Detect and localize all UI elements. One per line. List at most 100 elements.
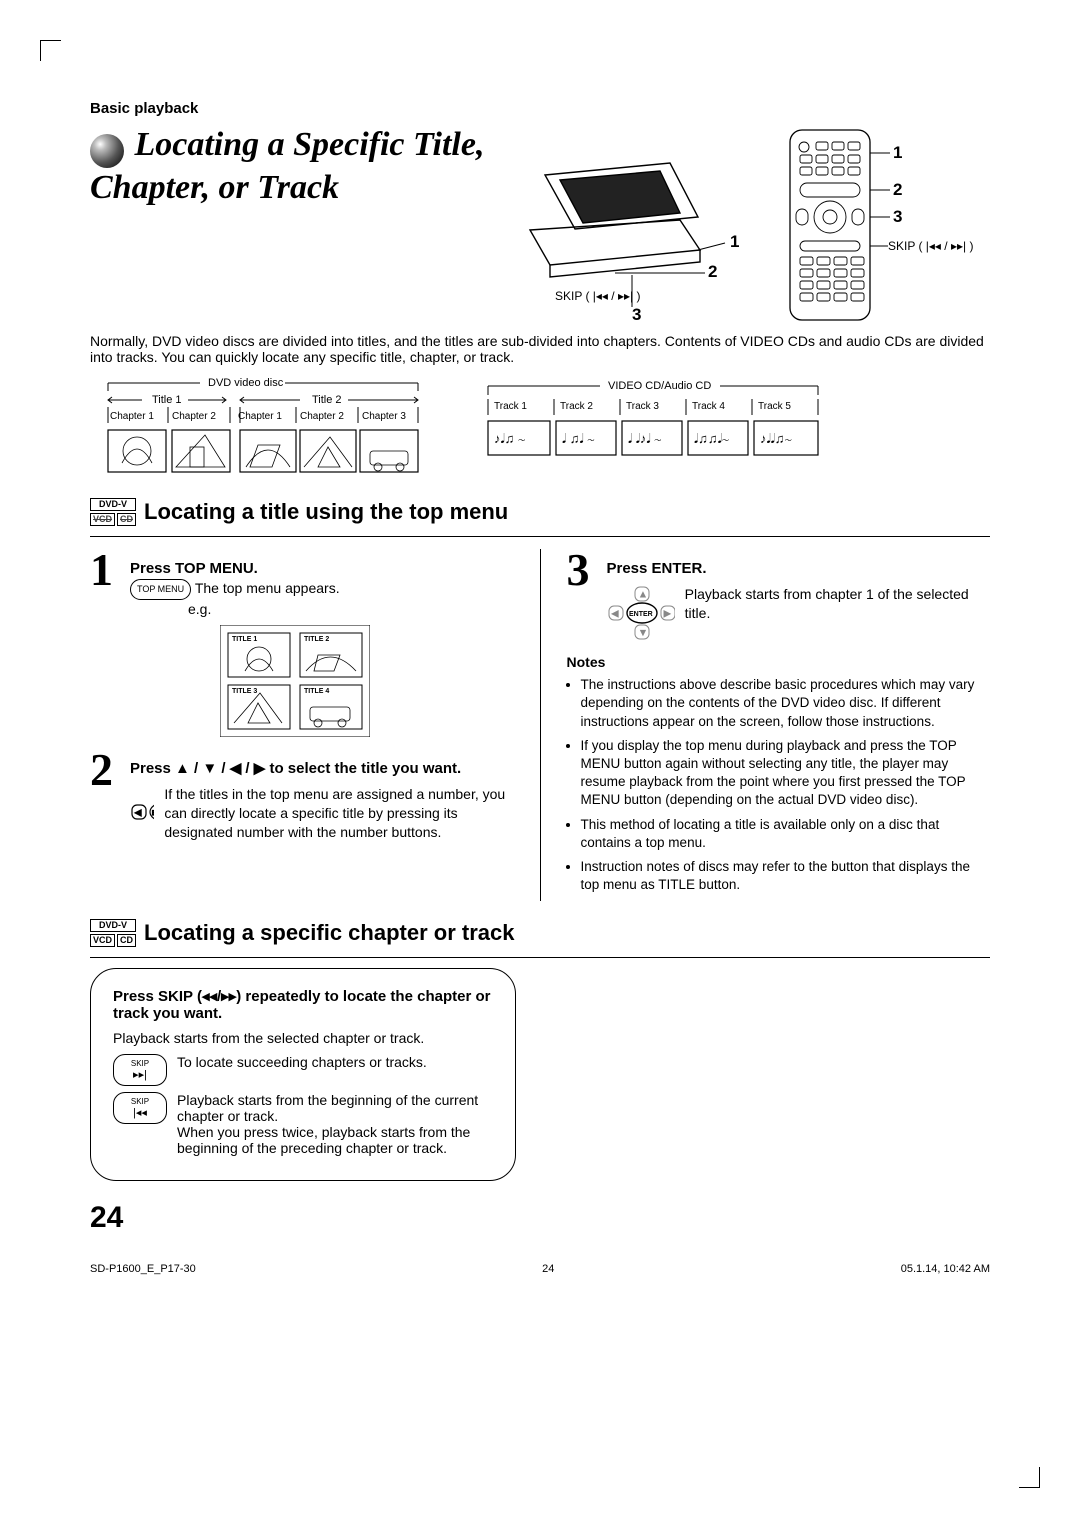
svg-text:1: 1	[730, 232, 739, 251]
svg-text:1: 1	[893, 143, 902, 162]
tag-dvdv: DVD-V	[90, 919, 136, 932]
svg-text:Title 2: Title 2	[312, 394, 342, 406]
footer: SD-P1600_E_P17-30 24 05.1.14, 10:42 AM	[90, 1263, 990, 1275]
left-column: 1 Press TOP MENU. TOP MENU The top menu …	[90, 549, 514, 901]
svg-text:Chapter 1: Chapter 1	[238, 411, 282, 422]
subsection-title-skip: DVD-V VCD CD Locating a specific chapter…	[90, 919, 990, 947]
tag-dvdv: DVD-V	[90, 498, 136, 511]
svg-text:▶: ▶	[664, 609, 671, 618]
remote-figure: 1 2 3 SKIP ( |◂◂ / ▸▸| )	[780, 125, 990, 325]
tag-vcd: VCD	[90, 934, 115, 947]
svg-text:𝅘𝅥 ♫𝅘𝅥 ∼: 𝅘𝅥 ♫𝅘𝅥 ∼	[562, 431, 595, 446]
svg-text:SKIP ( |◂◂ / ▸▸| ): SKIP ( |◂◂ / ▸▸| )	[888, 239, 973, 253]
step-1-heading: Press TOP MENU.	[130, 559, 514, 579]
dpad-enter-icon: ▲ ▼ ◀ ▶ ENTER	[607, 585, 675, 643]
skip-line: Playback starts from the selected chapte…	[113, 1030, 493, 1046]
svg-text:3: 3	[893, 207, 902, 226]
svg-text:3: 3	[632, 305, 641, 324]
skip-back-text-2: When you press twice, playback starts fr…	[177, 1124, 493, 1156]
svg-text:▲: ▲	[639, 590, 647, 599]
footer-page: 24	[542, 1263, 554, 1275]
svg-text:Title 1: Title 1	[152, 394, 182, 406]
step-3-number: 3	[567, 549, 601, 590]
skip-fwd-text: To locate succeeding chapters or tracks.	[177, 1054, 427, 1070]
skip-instructions-box: Press SKIP (◂◂/▸▸) repeatedly to locate …	[90, 968, 516, 1181]
top-menu-example: TITLE 1 TITLE 2 TITLE 3 TITLE 4	[220, 625, 514, 737]
step-3-heading: Press ENTER.	[607, 559, 991, 579]
step-1: 1 Press TOP MENU. TOP MENU The top menu …	[90, 549, 514, 737]
notes-list: The instructions above describe basic pr…	[567, 676, 991, 894]
svg-text:Track 5: Track 5	[758, 401, 791, 412]
step-1-line: The top menu appears.	[195, 580, 340, 596]
svg-text:♪𝅘𝅥♫ ∼: ♪𝅘𝅥♫ ∼	[494, 431, 525, 446]
column-divider	[540, 549, 541, 901]
svg-text:Chapter 2: Chapter 2	[300, 411, 344, 422]
page: Basic playback Locating a Specific Title…	[0, 0, 1080, 1528]
note-item: This method of locating a title is avail…	[581, 816, 991, 852]
tag-vcd: VCD	[90, 513, 115, 526]
skip-back-text-1: Playback starts from the beginning of th…	[177, 1092, 493, 1124]
svg-text:Chapter 3: Chapter 3	[362, 411, 406, 422]
divider	[90, 536, 990, 537]
step-2-number: 2	[90, 749, 124, 790]
note-item: The instructions above describe basic pr…	[581, 676, 991, 731]
svg-text:◀: ◀	[135, 808, 142, 817]
svg-text:Track 1: Track 1	[494, 401, 527, 412]
intro-text: Normally, DVD video discs are divided in…	[90, 333, 990, 365]
svg-text:ENTER: ENTER	[152, 811, 154, 817]
page-title: Locating a Specific Title, Chapter, or T…	[90, 126, 484, 206]
step-2-body: If the titles in the top menu are assign…	[164, 785, 513, 842]
subsection-heading-2: Locating a specific chapter or track	[144, 920, 514, 946]
step-1-number: 1	[90, 549, 124, 590]
svg-text:𝅘𝅥 𝅘𝅥♪𝅘𝅥 ∼: 𝅘𝅥 𝅘𝅥♪𝅘𝅥 ∼	[628, 431, 661, 446]
svg-text:Track 2: Track 2	[560, 401, 593, 412]
svg-text:TITLE 3: TITLE 3	[232, 688, 257, 695]
svg-text:▼: ▼	[639, 628, 647, 637]
dpad-enter-icon: ▲ ▼ ◀ ▶ ENTER	[130, 785, 154, 839]
page-number: 24	[90, 1201, 990, 1235]
right-column: 3 Press ENTER. ▲ ▼ ◀ ▶ ENTER	[567, 549, 991, 901]
step-2-heading: Press ▲ / ▼ / ◀ / ▶ to select the title …	[130, 759, 514, 779]
svg-text:TITLE 1: TITLE 1	[232, 636, 257, 643]
header-illustrations: 1 SKIP ( |◂◂ / ▸▸| ) 2 3	[520, 125, 990, 325]
note-item: If you display the top menu during playb…	[581, 737, 991, 810]
svg-text:2: 2	[708, 262, 717, 281]
svg-text:Track 3: Track 3	[626, 401, 659, 412]
step-1-eg: e.g.	[188, 600, 514, 619]
svg-text:♪𝅘𝅥𝅘𝅥♫∼: ♪𝅘𝅥𝅘𝅥♫∼	[760, 431, 792, 446]
skip-back-button-icon: SKIP |◂◂	[113, 1092, 167, 1124]
svg-text:TITLE 4: TITLE 4	[304, 688, 329, 695]
svg-text:TITLE 2: TITLE 2	[304, 636, 329, 643]
svg-text:Track 4: Track 4	[692, 401, 725, 412]
skip-forward-button-icon: SKIP ▸▸|	[113, 1054, 167, 1086]
subsection-title-top-menu: DVD-V VCD CD Locating a title using the …	[90, 498, 990, 526]
footer-filename: SD-P1600_E_P17-30	[90, 1263, 196, 1275]
svg-text:DVD video disc: DVD video disc	[208, 377, 284, 389]
tag-cd: CD	[117, 934, 136, 947]
svg-text:2: 2	[893, 180, 902, 199]
cd-disc-diagram: VIDEO CD/Audio CD Track 1 Track 2 Track 3 T…	[470, 375, 830, 480]
svg-text:SKIP ( |◂◂ / ▸▸| ): SKIP ( |◂◂ / ▸▸| )	[555, 289, 640, 303]
step-2: 2 Press ▲ / ▼ / ◀ / ▶ to select the titl…	[90, 749, 514, 842]
crop-mark-br	[1019, 1467, 1040, 1488]
note-item: Instruction notes of discs may refer to …	[581, 858, 991, 894]
ornament-sphere-icon	[90, 134, 124, 168]
section-label: Basic playback	[90, 100, 990, 117]
footer-timestamp: 05.1.14, 10:42 AM	[901, 1263, 990, 1275]
step-3: 3 Press ENTER. ▲ ▼ ◀ ▶ ENTER	[567, 549, 991, 643]
step-3-body: Playback starts from chapter 1 of the se…	[685, 585, 990, 623]
crop-mark-tl	[40, 40, 61, 61]
svg-text:Chapter 1: Chapter 1	[110, 411, 154, 422]
svg-text:ENTER: ENTER	[629, 611, 653, 618]
svg-text:◀: ◀	[612, 609, 619, 618]
tag-cd: CD	[117, 513, 136, 526]
divider	[90, 957, 990, 958]
dvd-player-figure: 1 SKIP ( |◂◂ / ▸▸| ) 2 3	[520, 125, 750, 325]
svg-text:𝅘𝅥♫♫𝅘𝅥∼: 𝅘𝅥♫♫𝅘𝅥∼	[694, 431, 729, 446]
svg-text:Chapter 2: Chapter 2	[172, 411, 216, 422]
skip-heading: Press SKIP (◂◂/▸▸) repeatedly to locate …	[113, 987, 493, 1022]
svg-text:VIDEO CD/Audio CD: VIDEO CD/Audio CD	[608, 380, 711, 392]
notes-heading: Notes	[567, 653, 991, 672]
subsection-heading-1: Locating a title using the top menu	[144, 499, 508, 525]
top-menu-button-icon: TOP MENU	[130, 579, 191, 599]
